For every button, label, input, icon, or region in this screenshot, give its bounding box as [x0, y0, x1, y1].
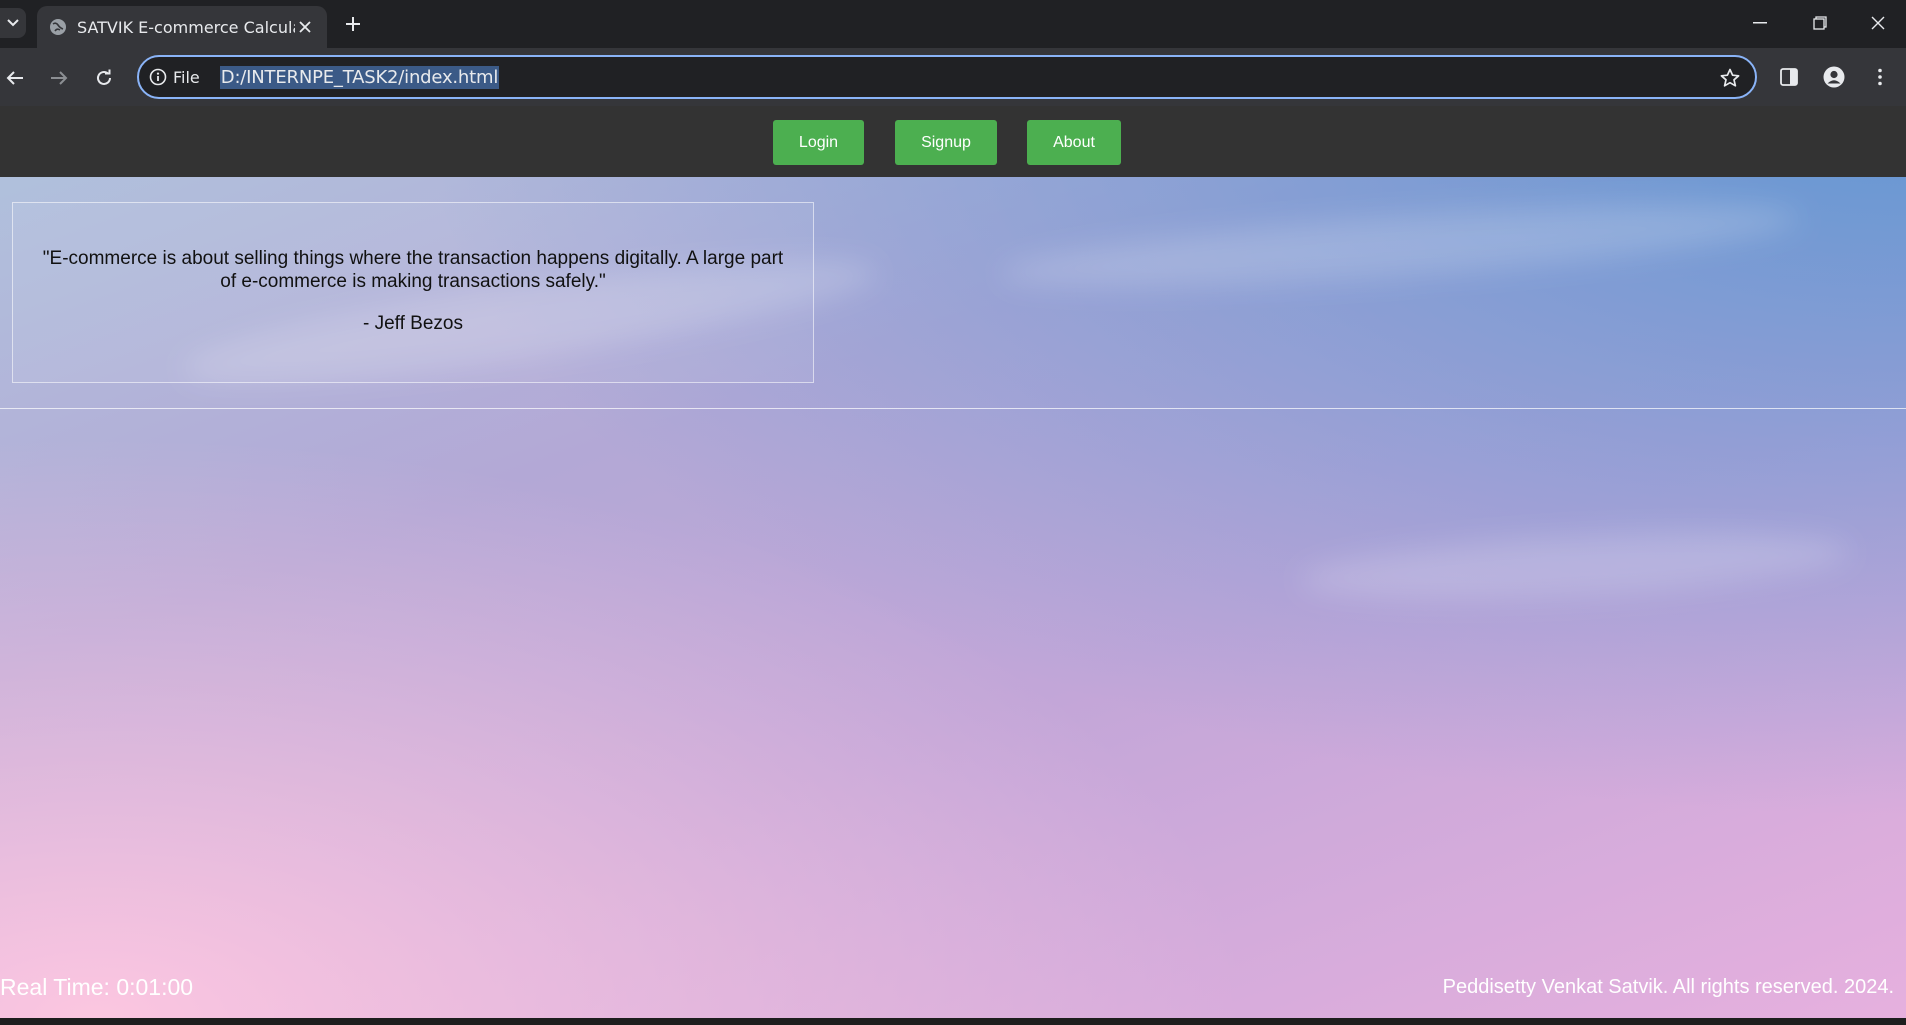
url-text[interactable]: D:/INTERNPE_TASK2/index.html [219, 65, 500, 89]
side-panel-button[interactable] [1774, 62, 1804, 92]
profile-icon [1823, 66, 1845, 88]
browser-tab-strip: SATVIK E-commerce Calculator [0, 0, 1906, 48]
info-icon [149, 68, 167, 86]
real-time-clock: Real Time: 0:01:00 [0, 974, 194, 1000]
close-window-icon [1871, 16, 1885, 30]
restore-button[interactable] [1798, 8, 1842, 38]
top-nav-bar: Login Signup About [0, 106, 1906, 177]
forward-icon [51, 71, 68, 85]
signup-button[interactable]: Signup [895, 120, 997, 165]
site-info-button[interactable]: File [149, 62, 200, 92]
close-window-button[interactable] [1856, 8, 1900, 38]
globe-icon [49, 18, 67, 36]
chevron-down-icon [7, 19, 19, 27]
quote-text: "E-commerce is about selling things wher… [42, 248, 784, 292]
quote-box: "E-commerce is about selling things wher… [12, 202, 814, 383]
new-tab-button[interactable] [340, 11, 366, 37]
window-bottom-edge [0, 1018, 1906, 1025]
divider [0, 408, 1906, 409]
profile-button[interactable] [1819, 62, 1849, 92]
tab-title: SATVIK E-commerce Calculator [77, 17, 295, 37]
browser-menu-button[interactable] [1865, 62, 1895, 92]
reload-button[interactable] [89, 63, 119, 93]
close-icon[interactable] [295, 17, 315, 37]
about-button[interactable]: About [1027, 120, 1121, 165]
site-info-label: File [173, 67, 200, 87]
browser-tab[interactable]: SATVIK E-commerce Calculator [37, 6, 327, 48]
login-button[interactable]: Login [773, 120, 864, 165]
tab-search-button[interactable] [0, 8, 26, 38]
back-icon [6, 71, 23, 85]
side-panel-icon [1780, 68, 1798, 86]
page-viewport: Login Signup About "E-commerce is about … [0, 106, 1906, 1018]
background-streak [1298, 521, 1852, 611]
bookmark-button[interactable] [1719, 67, 1741, 89]
background-streak [998, 188, 1802, 304]
reload-icon [97, 69, 111, 85]
forward-button[interactable] [44, 63, 74, 93]
address-bar[interactable]: File D:/INTERNPE_TASK2/index.html [137, 55, 1757, 99]
browser-toolbar: File D:/INTERNPE_TASK2/index.html [0, 48, 1906, 106]
restore-icon [1813, 16, 1827, 30]
kebab-menu-icon [1878, 68, 1882, 86]
quote-author: - Jeff Bezos [363, 313, 463, 334]
minimize-icon [1753, 22, 1767, 24]
copyright-text: Peddisetty Venkat Satvik. All rights res… [1442, 976, 1894, 998]
star-icon [1720, 68, 1740, 87]
back-button[interactable] [0, 63, 30, 93]
minimize-button[interactable] [1738, 8, 1782, 38]
plus-icon [346, 17, 360, 31]
